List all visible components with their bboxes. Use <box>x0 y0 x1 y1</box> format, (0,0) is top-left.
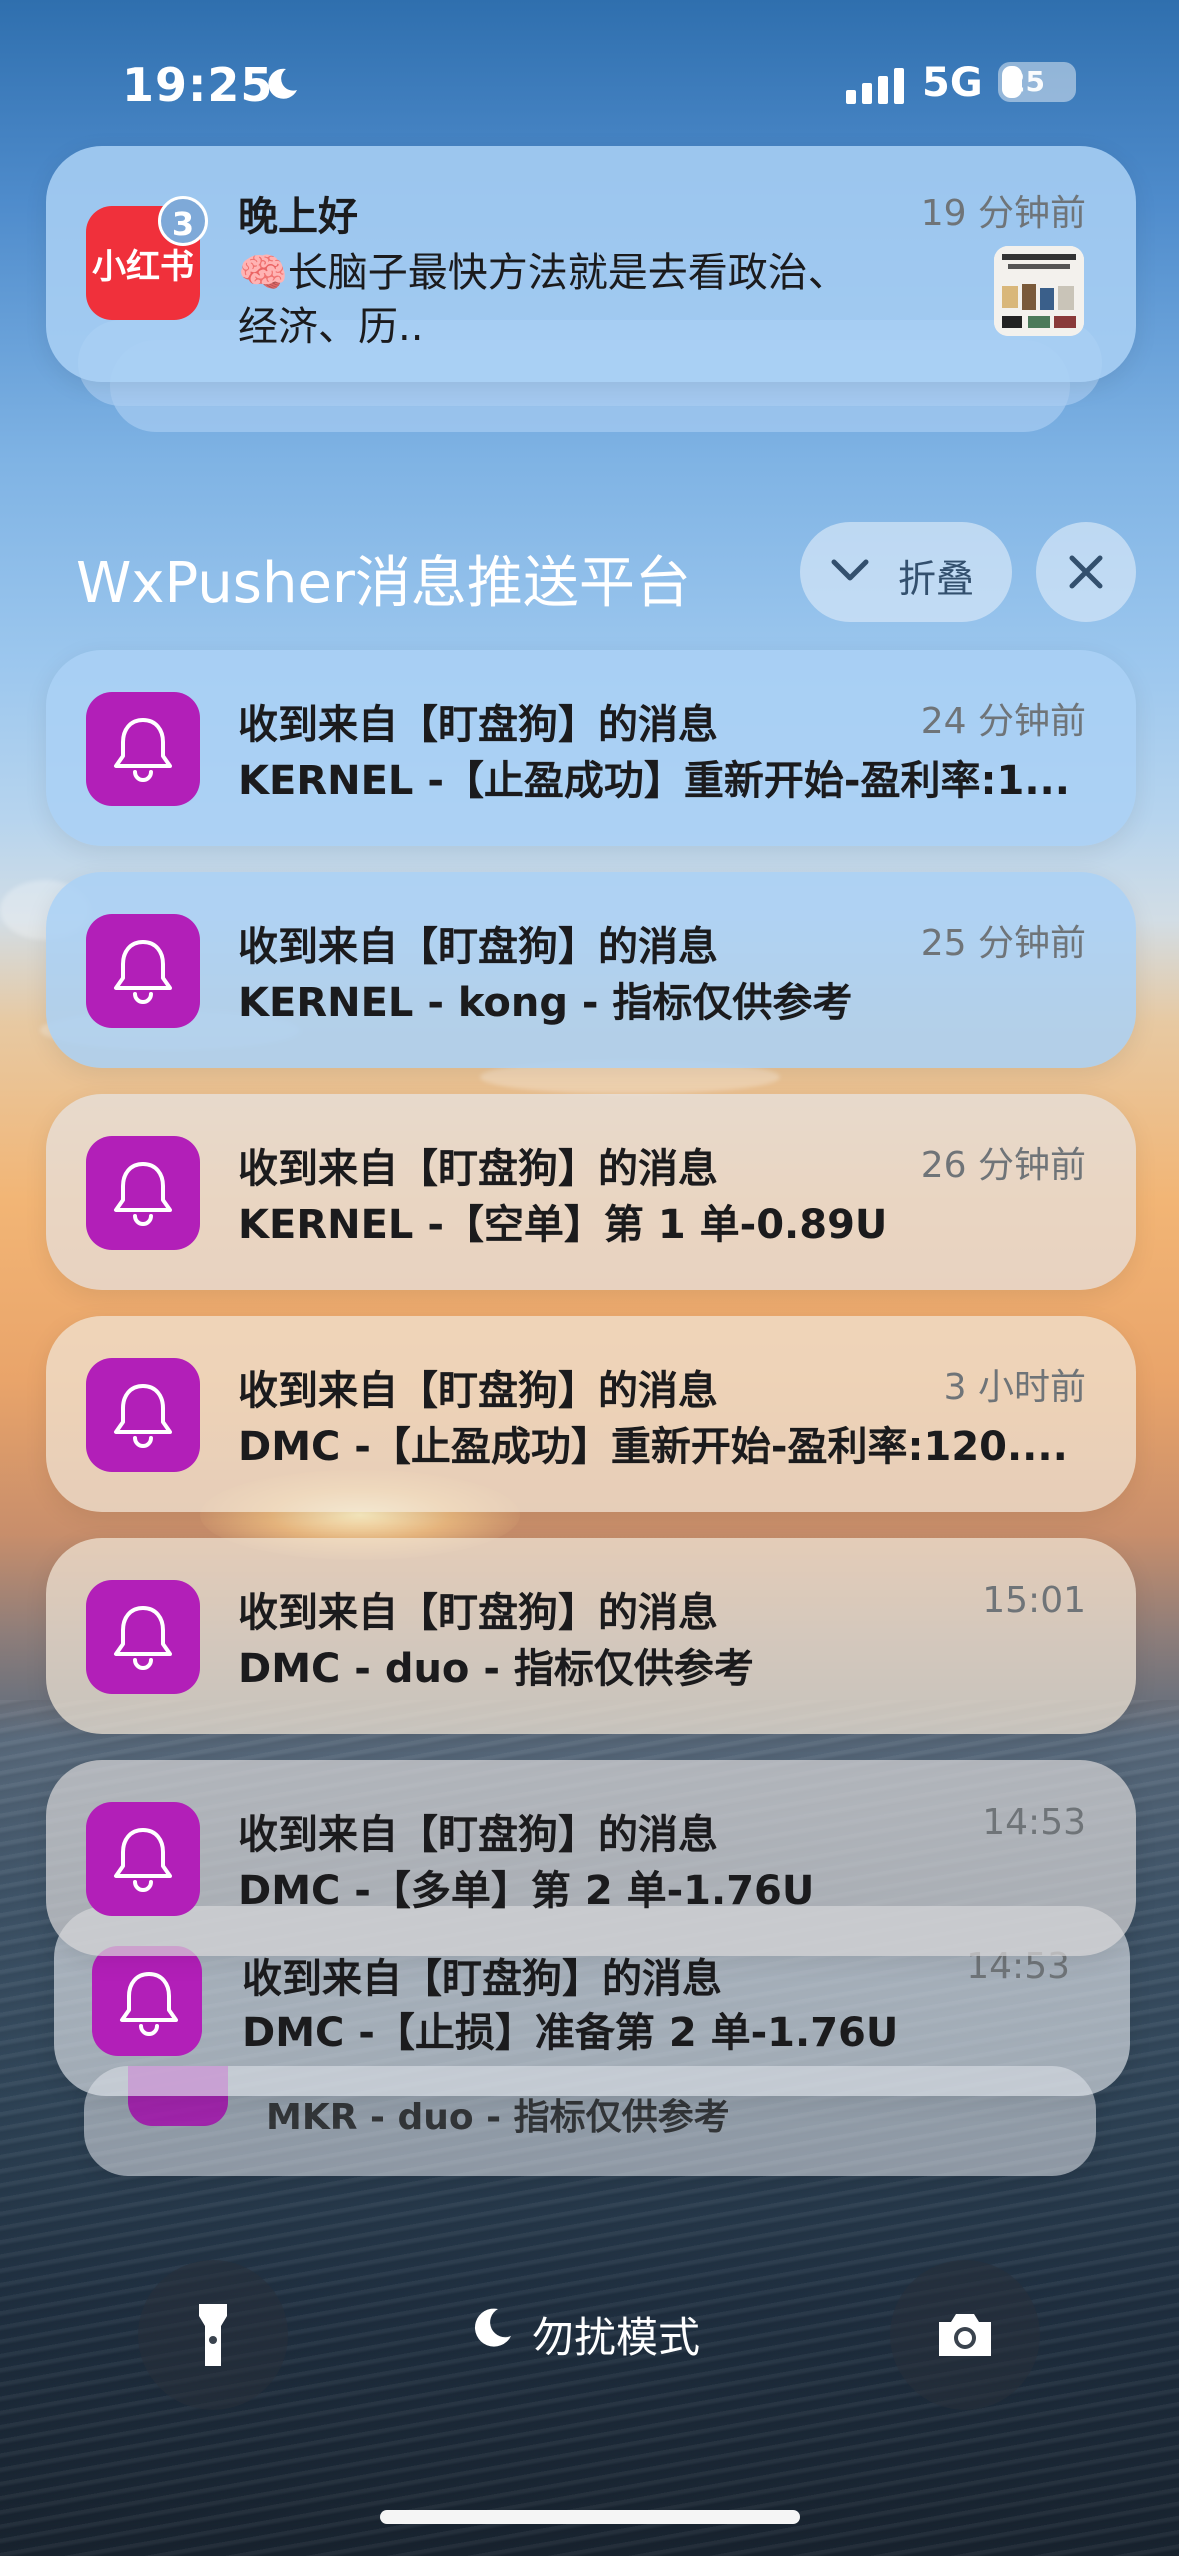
clear-group-button[interactable] <box>1036 522 1136 622</box>
bell-icon <box>114 940 172 1004</box>
notification-item-3[interactable]: 收到来自【盯盘狗】的消息 26 分钟前 KERNEL -【空单】第 1 单-0.… <box>46 1094 1136 1290</box>
bell-icon <box>114 1828 172 1892</box>
wxpusher-app-icon <box>92 1946 202 2056</box>
notification-xiaohongshu[interactable]: 小红书 3 晚上好 19 分钟前 🧠长脑子最快方法就是去看政治、 经济、历.. <box>46 146 1136 382</box>
notification-time: 25 分钟前 <box>920 923 1086 964</box>
network-type: 5G <box>922 60 983 106</box>
moon-icon <box>474 2308 511 2347</box>
focus-moon-icon <box>268 68 297 99</box>
notification-time: 3 小时前 <box>943 1367 1086 1408</box>
chevron-down-icon <box>831 559 869 581</box>
notification-body: KERNEL -【空单】第 1 单-0.89U <box>238 1202 888 1248</box>
home-indicator[interactable] <box>380 2510 800 2524</box>
notification-body: DMC -【多单】第 2 单-1.76U <box>238 1868 815 1914</box>
notification-body: KERNEL - kong - 指标仅供参考 <box>238 980 853 1026</box>
notification-item-6[interactable]: 收到来自【盯盘狗】的消息 14:53 DMC -【多单】第 2 单-1.76U <box>46 1760 1136 1956</box>
bell-icon <box>114 718 172 782</box>
notification-time: 24 分钟前 <box>920 701 1086 742</box>
flashlight-icon <box>199 2304 227 2366</box>
notification-item-2[interactable]: 收到来自【盯盘狗】的消息 25 分钟前 KERNEL - kong - 指标仅供… <box>46 872 1136 1068</box>
notification-title: 收到来自【盯盘狗】的消息 <box>238 702 718 748</box>
notification-count-badge: 3 <box>158 196 208 246</box>
notification-item-1[interactable]: 收到来自【盯盘狗】的消息 24 分钟前 KERNEL -【止盈成功】重新开始-盈… <box>46 650 1136 846</box>
notification-title: 收到来自【盯盘狗】的消息 <box>238 1812 718 1858</box>
notification-title: 晚上好 <box>238 194 358 240</box>
status-time: 19:25 <box>122 58 274 112</box>
notification-time: 15:01 <box>982 1580 1086 1621</box>
do-not-disturb-label: 勿扰模式 <box>532 2313 701 2362</box>
bell-icon <box>120 1972 178 2036</box>
notification-title: 收到来自【盯盘狗】的消息 <box>238 924 718 970</box>
notification-body: DMC - duo - 指标仅供参考 <box>238 1646 754 1692</box>
flashlight-button[interactable] <box>138 2260 288 2410</box>
wxpusher-app-icon <box>86 1580 200 1694</box>
camera-icon <box>939 2314 991 2356</box>
close-icon <box>1069 555 1103 589</box>
notification-body-line2: 经济、历.. <box>238 304 424 350</box>
notification-item-4[interactable]: 收到来自【盯盘狗】的消息 3 小时前 DMC -【止盈成功】重新开始-盈利率:1… <box>46 1316 1136 1512</box>
wxpusher-app-icon <box>86 1358 200 1472</box>
notification-title: 收到来自【盯盘狗】的消息 <box>238 1368 718 1414</box>
bell-icon <box>114 1162 172 1226</box>
battery-level: 25 <box>1006 65 1045 98</box>
notification-group-title: WxPusher消息推送平台 <box>76 551 691 616</box>
notification-time: 19 分钟前 <box>920 193 1086 234</box>
wxpusher-app-icon <box>86 692 200 806</box>
notification-item-5[interactable]: 收到来自【盯盘狗】的消息 15:01 DMC - duo - 指标仅供参考 <box>46 1538 1136 1734</box>
notification-body-line1: 🧠长脑子最快方法就是去看政治、 <box>238 250 848 296</box>
notification-body: KERNEL -【止盈成功】重新开始-盈利率:1... <box>238 758 1070 804</box>
xiaohongshu-app-icon-text: 小红书 <box>92 247 194 287</box>
cellular-signal-icon <box>846 68 904 104</box>
collapse-label: 折叠 <box>898 557 975 601</box>
bell-icon <box>114 1606 172 1670</box>
notification-title: 收到来自【盯盘狗】的消息 <box>238 1146 718 1192</box>
bell-icon <box>114 1384 172 1448</box>
notification-thumbnail-image <box>994 246 1084 336</box>
camera-button[interactable] <box>890 2260 1040 2410</box>
wxpusher-app-icon <box>86 1802 200 1916</box>
collapse-group-button[interactable]: 折叠 <box>800 522 1012 622</box>
notification-time: 26 分钟前 <box>920 1145 1086 1186</box>
notification-body: DMC -【止盈成功】重新开始-盈利率:120.... <box>238 1424 1068 1470</box>
wxpusher-app-icon <box>86 1136 200 1250</box>
notification-time: 14:53 <box>982 1802 1086 1843</box>
wxpusher-app-icon <box>86 914 200 1028</box>
notification-body: DMC -【止损】准备第 2 单-1.76U <box>242 2010 899 2056</box>
notification-title: 收到来自【盯盘狗】的消息 <box>238 1590 718 1636</box>
battery-indicator: 25 <box>998 62 1076 102</box>
